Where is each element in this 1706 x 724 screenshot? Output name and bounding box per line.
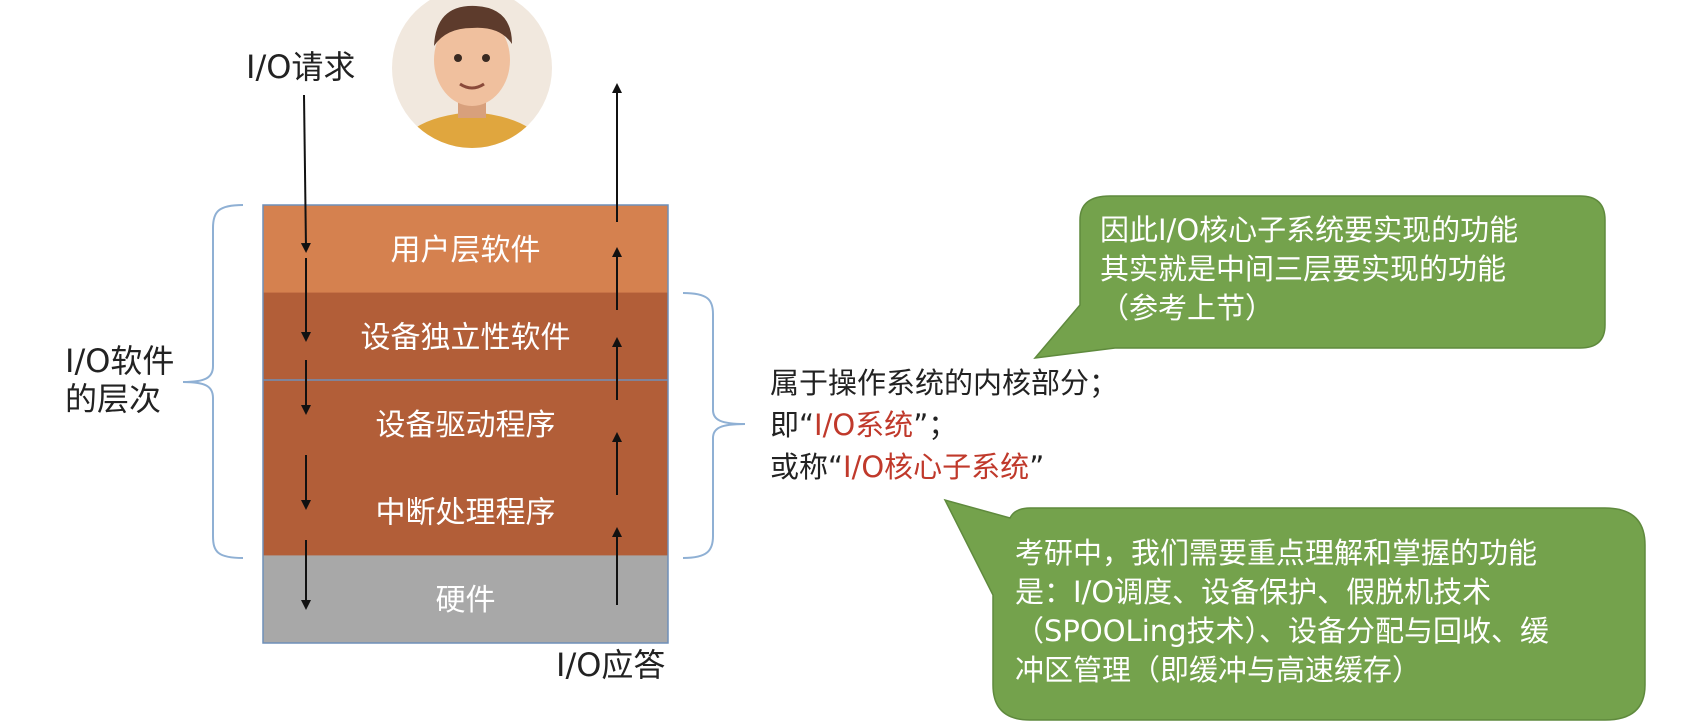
kernel-note: 属于操作系统的内核部分； 即“I/O系统”； 或称“I/O核心子系统” bbox=[770, 362, 1118, 488]
software-levels-label-line1: I/O软件 bbox=[65, 342, 174, 380]
right-bracket bbox=[682, 292, 746, 559]
callout-bottom-line3: （SPOOLing技术）、设备分配与回收、缓 bbox=[1015, 614, 1550, 648]
callout-top-line3: （参考上节） bbox=[1100, 291, 1275, 325]
kernel-note-line3-prefix: 或称“ bbox=[770, 450, 844, 484]
user-avatar bbox=[392, 0, 552, 148]
layer-2-label: 设备驱动程序 bbox=[376, 408, 556, 443]
left-bracket bbox=[182, 204, 244, 559]
kernel-note-line2-prefix: 即“ bbox=[770, 408, 815, 442]
kernel-note-line1: 属于操作系统的内核部分； bbox=[770, 366, 1119, 400]
layer-3-label: 中断处理程序 bbox=[376, 496, 556, 531]
io-request-label: I/O请求 bbox=[246, 48, 355, 86]
callout-bottom-line2: 是：I/O调度、设备保护、假脱机技术 bbox=[1015, 575, 1492, 609]
kernel-note-line2-suffix: ”； bbox=[913, 408, 958, 442]
callout-bottom-line4: 冲区管理（即缓冲与高速缓存） bbox=[1015, 653, 1422, 687]
io-system-highlight: I/O系统 bbox=[814, 408, 914, 442]
io-response-label: I/O应答 bbox=[556, 646, 665, 684]
callout-bottom-text: 考研中，我们需要重点理解和掌握的功能 是：I/O调度、设备保护、假脱机技术 （S… bbox=[1015, 534, 1549, 690]
callout-top-text: 因此I/O核心子系统要实现的功能 其实就是中间三层要实现的功能 （参考上节） bbox=[1100, 211, 1518, 328]
software-levels-label-line2: 的层次 bbox=[65, 380, 161, 418]
kernel-note-line2: 即“I/O系统”； bbox=[770, 404, 1118, 446]
layer-4-label: 硬件 bbox=[436, 583, 496, 618]
callout-top-line2: 其实就是中间三层要实现的功能 bbox=[1100, 252, 1507, 286]
callout-top-line1: 因此I/O核心子系统要实现的功能 bbox=[1100, 213, 1519, 247]
layer-1-label: 设备独立性软件 bbox=[361, 320, 571, 355]
layer-stack: 用户层软件设备独立性软件设备驱动程序中断处理程序硬件 bbox=[263, 205, 668, 644]
kernel-note-line3-suffix: ” bbox=[1029, 450, 1045, 484]
callout-bottom-line1: 考研中，我们需要重点理解和掌握的功能 bbox=[1015, 536, 1538, 570]
kernel-note-line3: 或称“I/O核心子系统” bbox=[770, 446, 1118, 488]
layer-0-label: 用户层软件 bbox=[391, 233, 541, 268]
io-core-subsystem-highlight: I/O核心子系统 bbox=[843, 450, 1030, 484]
